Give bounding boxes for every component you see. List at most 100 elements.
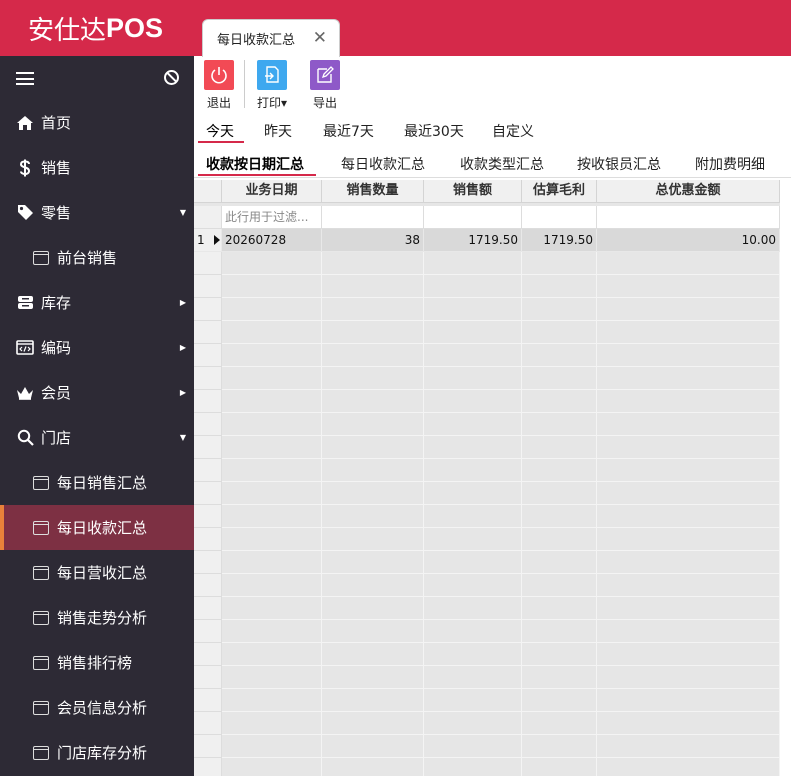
print-button[interactable]: 打印▾ <box>257 60 287 111</box>
power-icon <box>204 60 234 90</box>
row-number-cell <box>194 436 222 459</box>
sidebar-item-store[interactable]: 门店 ▼ <box>0 415 194 460</box>
empty-cell <box>222 551 322 574</box>
empty-cell <box>424 597 522 620</box>
row-number-cell <box>194 390 222 413</box>
tab-surcharge-detail[interactable]: 附加费明细 <box>695 154 765 174</box>
tab-payment-by-date[interactable]: 收款按日期汇总 <box>206 154 304 174</box>
sidebar-item-coding[interactable]: 编码 ▶ <box>0 325 194 370</box>
sidebar-item-sales-ranking[interactable]: 销售排行榜 <box>0 640 194 685</box>
empty-cell <box>522 252 597 275</box>
tab-by-cashier[interactable]: 按收银员汇总 <box>577 154 661 174</box>
tab-today[interactable]: 今天 <box>206 121 234 141</box>
empty-row <box>194 367 780 390</box>
row-number-cell <box>194 321 222 344</box>
empty-cell <box>597 390 780 413</box>
empty-cell <box>222 689 322 712</box>
row-number-cell <box>194 367 222 390</box>
tab-daily-payment[interactable]: 每日收款汇总 <box>341 154 425 174</box>
empty-cell <box>522 367 597 390</box>
empty-cell <box>522 643 597 666</box>
empty-cell <box>322 666 424 689</box>
sidebar-item-label: 会员 <box>41 384 72 402</box>
row-number-cell <box>194 298 222 321</box>
column-header-discount[interactable]: 总优惠金额 <box>597 180 780 203</box>
cell-date[interactable]: 20260728 <box>222 229 322 252</box>
cell-discount[interactable]: 10.00 <box>597 229 780 252</box>
chevron-down-icon: ▼ <box>179 433 186 442</box>
sidebar-item-daily-sales-summary[interactable]: 每日销售汇总 <box>0 460 194 505</box>
row-number-cell <box>194 643 222 666</box>
row-number-cell <box>194 666 222 689</box>
empty-cell <box>522 551 597 574</box>
sidebar-item-members[interactable]: 会员 ▶ <box>0 370 194 415</box>
storage-icon <box>16 294 34 312</box>
filter-input-sales[interactable] <box>424 206 522 229</box>
column-header-sales[interactable]: 销售额 <box>424 180 522 203</box>
empty-row <box>194 275 780 298</box>
empty-cell <box>222 413 322 436</box>
empty-cell <box>522 390 597 413</box>
filter-input-discount[interactable] <box>597 206 780 229</box>
filter-input-qty[interactable] <box>322 206 424 229</box>
sidebar-item-label: 门店库存分析 <box>57 744 148 762</box>
cell-qty[interactable]: 38 <box>322 229 424 252</box>
cell-profit[interactable]: 1719.50 <box>522 229 597 252</box>
tab-custom[interactable]: 自定义 <box>492 121 534 141</box>
empty-row <box>194 321 780 344</box>
sidebar-item-home[interactable]: 首页 <box>0 100 194 145</box>
sidebar-item-label: 编码 <box>41 339 72 357</box>
empty-row <box>194 712 780 735</box>
tab-payment-type[interactable]: 收款类型汇总 <box>460 154 544 174</box>
row-number-header <box>194 180 222 203</box>
sidebar-item-label: 前台销售 <box>57 249 118 267</box>
empty-cell <box>322 275 424 298</box>
tab-yesterday[interactable]: 昨天 <box>264 121 292 141</box>
filter-input-date[interactable]: 此行用于过滤... <box>222 206 322 229</box>
sidebar-item-front-desk-sales[interactable]: 前台销售 <box>0 235 194 280</box>
sidebar-item-member-info-analysis[interactable]: 会员信息分析 <box>0 685 194 730</box>
tag-icon <box>16 204 34 222</box>
empty-cell <box>597 758 780 776</box>
menu-icon[interactable] <box>16 72 34 85</box>
sidebar-item-sales-trend-analysis[interactable]: 销售走势分析 <box>0 595 194 640</box>
table-row[interactable]: 1 20260728 38 1719.50 1719.50 10.00 <box>194 229 780 252</box>
sidebar-item-label: 门店 <box>41 429 72 447</box>
sidebar-item-daily-revenue-summary[interactable]: 每日营收汇总 <box>0 550 194 595</box>
empty-cell <box>424 298 522 321</box>
ban-icon[interactable] <box>164 70 179 85</box>
sidebar-item-daily-payment-summary[interactable]: 每日收款汇总 <box>0 505 194 550</box>
grid-right-margin <box>780 180 791 776</box>
row-number-cell <box>194 275 222 298</box>
grid-filter-row: 此行用于过滤... <box>194 206 780 229</box>
tab-last-7-days[interactable]: 最近7天 <box>323 121 374 141</box>
cell-sales[interactable]: 1719.50 <box>424 229 522 252</box>
exit-button[interactable]: 退出 <box>204 60 234 111</box>
empty-row <box>194 689 780 712</box>
empty-cell <box>522 482 597 505</box>
sidebar-item-store-inventory-analysis[interactable]: 门店库存分析 <box>0 730 194 775</box>
empty-cell <box>222 275 322 298</box>
filter-input-profit[interactable] <box>522 206 597 229</box>
empty-cell <box>522 712 597 735</box>
sidebar-item-label: 每日销售汇总 <box>57 474 148 492</box>
sidebar-item-retail[interactable]: 零售 ▼ <box>0 190 194 235</box>
sidebar-item-sales[interactable]: 销售 <box>0 145 194 190</box>
tab-daily-payment-summary[interactable]: 每日收款汇总 ✕ <box>202 19 340 57</box>
export-button[interactable]: 导出 <box>310 60 340 111</box>
data-grid[interactable]: 业务日期 销售数量 销售额 估算毛利 总优惠金额 此行用于过滤... 1 202… <box>194 180 780 776</box>
column-header-qty[interactable]: 销售数量 <box>322 180 424 203</box>
tab-last-30-days[interactable]: 最近30天 <box>404 121 464 141</box>
close-icon[interactable]: ✕ <box>313 28 327 48</box>
empty-row <box>194 528 780 551</box>
active-tab-indicator <box>198 174 316 176</box>
column-header-date[interactable]: 业务日期 <box>222 180 322 203</box>
empty-row <box>194 643 780 666</box>
column-header-profit[interactable]: 估算毛利 <box>522 180 597 203</box>
sidebar-item-label: 会员信息分析 <box>57 699 148 717</box>
sidebar-item-inventory[interactable]: 库存 ▶ <box>0 280 194 325</box>
tab-label: 每日收款汇总 <box>217 33 296 48</box>
empty-cell <box>322 390 424 413</box>
empty-cell <box>424 459 522 482</box>
empty-cell <box>597 620 780 643</box>
